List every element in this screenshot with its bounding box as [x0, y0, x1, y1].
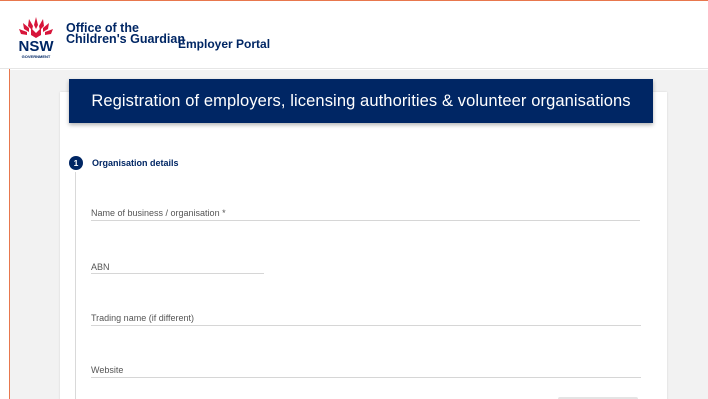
logo-government-text: GOVERNMENT — [22, 54, 51, 59]
business-name-input[interactable] — [91, 208, 640, 220]
website-input[interactable] — [91, 365, 641, 377]
step-title: Organisation details — [92, 158, 179, 168]
waratah-flower-icon: NSW GOVERNMENT — [19, 17, 55, 59]
agency-name-line2: Children's Guardian — [66, 32, 185, 46]
abn-input[interactable] — [91, 262, 264, 273]
page-title-banner: Registration of employers, licensing aut… — [69, 79, 653, 123]
business-name-field[interactable]: Name of business / organisation * — [91, 208, 640, 221]
step-connector-line — [75, 172, 76, 399]
step-number-badge: 1 — [69, 156, 83, 170]
portal-title[interactable]: Employer Portal — [178, 37, 270, 51]
page-title: Registration of employers, licensing aut… — [91, 91, 631, 110]
trading-name-input[interactable] — [91, 313, 641, 325]
website-field[interactable]: Website — [91, 365, 641, 378]
agency-name: Office of the Children's Guardian — [66, 22, 185, 46]
trading-name-field[interactable]: Trading name (if different) — [91, 313, 641, 326]
logo-nsw-text: NSW — [19, 38, 55, 55]
abn-field[interactable]: ABN — [91, 262, 264, 274]
nsw-government-logo[interactable]: NSW GOVERNMENT — [14, 15, 58, 65]
site-header: NSW GOVERNMENT Office of the Children's … — [0, 1, 708, 69]
form-card — [60, 92, 667, 399]
